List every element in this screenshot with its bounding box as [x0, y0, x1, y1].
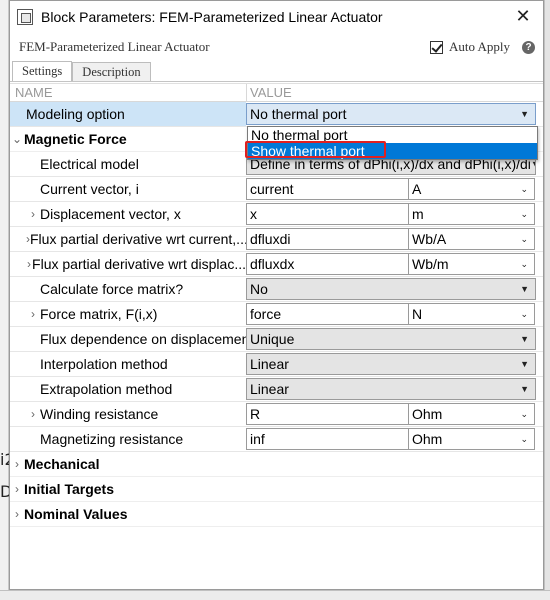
table-row-flux-dependence[interactable]: Flux dependence on displacement Unique ▼ — [10, 327, 543, 352]
param-label: Current vector, i — [40, 181, 139, 197]
table-row-current-vector[interactable]: Current vector, i current A ⌄ — [10, 177, 543, 202]
flux-dependence-select[interactable]: Unique ▼ — [246, 328, 536, 350]
param-label: › Force matrix, F(i,x) — [10, 302, 246, 326]
section-title: Initial Targets — [24, 481, 114, 497]
block-icon — [17, 8, 33, 25]
current-vector-input[interactable]: current — [246, 178, 409, 200]
magnetizing-resistance-input[interactable]: inf — [246, 428, 409, 450]
param-label: Magnetizing resistance — [40, 431, 184, 447]
tab-description[interactable]: Description — [72, 62, 151, 81]
flux-wrt-current-unit-select[interactable]: Wb/A ⌄ — [408, 228, 535, 250]
title-bar[interactable]: Block Parameters: FEM-Parameterized Line… — [10, 1, 543, 32]
flux-wrt-displacement-unit-select[interactable]: Wb/m ⌄ — [408, 253, 535, 275]
background-app-strip-right — [544, 0, 550, 600]
param-label: › Flux partial derivative wrt current,..… — [26, 231, 246, 247]
chevron-down-icon: ▼ — [520, 334, 529, 344]
table-row-force-matrix[interactable]: › Force matrix, F(i,x) force N ⌄ — [10, 302, 543, 327]
modeling-option-value: No thermal port — [250, 106, 347, 122]
column-header-name: NAME — [15, 85, 53, 100]
chevron-down-icon: ⌄ — [520, 233, 528, 244]
chevron-down-icon: ⌄ — [520, 183, 528, 194]
param-label: Extrapolation method — [40, 381, 173, 397]
tab-bar: Settings Description — [10, 61, 543, 82]
auto-apply-label: Auto Apply — [448, 39, 510, 54]
param-label: Flux dependence on displacement — [40, 331, 246, 347]
chevron-down-icon: ⌄ — [520, 258, 528, 269]
chevron-down-icon[interactable]: ⌄ — [10, 132, 24, 146]
param-label: Modeling option — [10, 102, 246, 126]
table-row-magnetizing-resistance[interactable]: Magnetizing resistance inf Ohm ⌄ — [10, 427, 543, 452]
chevron-down-icon: ▼ — [520, 359, 529, 369]
window-title: Block Parameters: FEM-Parameterized Line… — [41, 8, 383, 25]
table-row-flux-wrt-current[interactable]: › Flux partial derivative wrt current,..… — [10, 227, 543, 252]
table-row-displacement-vector[interactable]: › Displacement vector, x x m ⌄ — [10, 202, 543, 227]
param-label: Calculate force matrix? — [40, 281, 184, 297]
param-value: No thermal port ▼ — [246, 102, 536, 126]
section-title: Nominal Values — [24, 506, 128, 522]
displacement-vector-unit-select[interactable]: m ⌄ — [408, 203, 535, 225]
table-row-interpolation[interactable]: Interpolation method Linear ▼ — [10, 352, 543, 377]
table-row-modeling-option[interactable]: Modeling option No thermal port ▼ — [10, 102, 543, 127]
current-vector-unit-select[interactable]: A ⌄ — [408, 178, 535, 200]
chevron-down-icon: ▼ — [520, 109, 529, 119]
chevron-right-icon[interactable]: › — [26, 207, 40, 221]
calc-force-matrix-select[interactable]: No ▼ — [246, 278, 536, 300]
magnetizing-resistance-unit-select[interactable]: Ohm ⌄ — [408, 428, 535, 450]
chevron-down-icon: ⌄ — [520, 433, 528, 444]
section-mechanical[interactable]: › Mechanical — [10, 452, 543, 477]
modeling-option-label: Modeling option — [26, 106, 125, 122]
auto-apply: Auto Apply ? — [429, 39, 535, 55]
auto-apply-checkbox[interactable] — [429, 40, 443, 54]
dialog-header: FEM-Parameterized Linear Actuator Auto A… — [10, 32, 543, 62]
force-matrix-unit-select[interactable]: N ⌄ — [408, 303, 535, 325]
param-label: › Flux partial derivative wrt displac... — [27, 256, 246, 272]
chevron-down-icon: ▼ — [520, 284, 529, 294]
section-title: Mechanical — [24, 456, 100, 472]
winding-resistance-input[interactable]: R — [246, 403, 409, 425]
chevron-down-icon: ▼ — [520, 384, 529, 394]
table-row-winding-resistance[interactable]: › Winding resistance R Ohm ⌄ — [10, 402, 543, 427]
table-row-extrapolation[interactable]: Extrapolation method Linear ▼ — [10, 377, 543, 402]
param-label: Electrical model — [40, 156, 139, 172]
chevron-down-icon: ⌄ — [520, 208, 528, 219]
section-title: Magnetic Force — [24, 131, 127, 147]
param-label: › Displacement vector, x — [10, 202, 246, 226]
chevron-right-icon[interactable]: › — [10, 507, 24, 521]
extrapolation-select[interactable]: Linear ▼ — [246, 378, 536, 400]
section-nominal-values[interactable]: › Nominal Values — [10, 502, 543, 527]
background-app-strip: i2 D — [0, 0, 15, 600]
chevron-right-icon[interactable]: › — [26, 407, 40, 421]
chevron-right-icon[interactable]: › — [10, 482, 24, 496]
section-initial-targets[interactable]: › Initial Targets — [10, 477, 543, 502]
modeling-option-select[interactable]: No thermal port ▼ — [246, 103, 536, 125]
chevron-right-icon[interactable]: › — [10, 457, 24, 471]
block-name: FEM-Parameterized Linear Actuator — [19, 39, 210, 54]
param-label: Interpolation method — [40, 356, 168, 372]
close-button[interactable]: ✕ — [503, 1, 543, 32]
highlight-annotation-box — [245, 141, 386, 158]
chevron-down-icon: ⌄ — [520, 408, 528, 419]
winding-resistance-unit-select[interactable]: Ohm ⌄ — [408, 403, 535, 425]
chevron-down-icon: ⌄ — [520, 308, 528, 319]
interpolation-select[interactable]: Linear ▼ — [246, 353, 536, 375]
table-header: NAME VALUE — [10, 83, 543, 102]
flux-wrt-current-input[interactable]: dfluxdi — [246, 228, 409, 250]
force-matrix-input[interactable]: force — [246, 303, 409, 325]
chevron-right-icon[interactable]: › — [26, 307, 40, 321]
table-row-flux-wrt-displacement[interactable]: › Flux partial derivative wrt displac...… — [10, 252, 543, 277]
column-header-value: VALUE — [246, 83, 292, 102]
background-app-strip-bottom — [0, 590, 550, 600]
displacement-vector-input[interactable]: x — [246, 203, 409, 225]
help-icon[interactable]: ? — [522, 40, 535, 54]
block-parameters-dialog: Block Parameters: FEM-Parameterized Line… — [9, 0, 544, 590]
flux-wrt-displacement-input[interactable]: dfluxdx — [246, 253, 409, 275]
param-label: › Winding resistance — [10, 402, 246, 426]
chevron-down-icon: ▼ — [531, 159, 535, 169]
tab-settings[interactable]: Settings — [12, 61, 73, 81]
table-row-calc-force-matrix[interactable]: Calculate force matrix? No ▼ — [10, 277, 543, 302]
close-icon: ✕ — [515, 6, 531, 26]
